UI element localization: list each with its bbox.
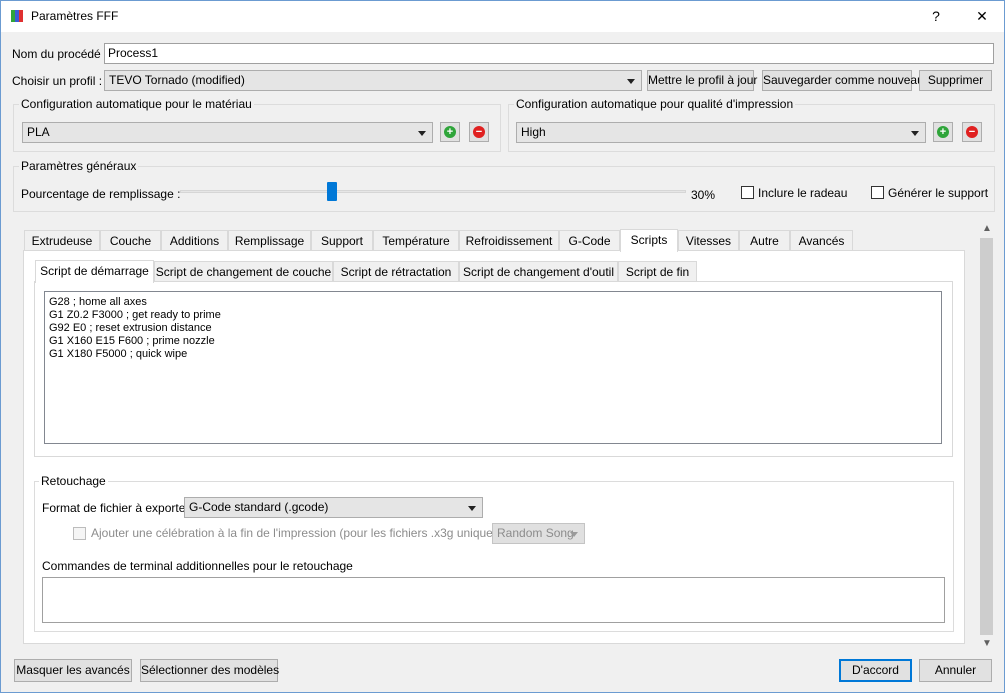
tab-g-code[interactable]: G-Code [559,230,620,251]
profile-select-value: TEVO Tornado (modified) [109,73,245,87]
tab-avanc-s[interactable]: Avancés [790,230,853,251]
scroll-up-icon[interactable]: ▲ [982,223,992,234]
chevron-down-icon [627,78,635,84]
material-select[interactable]: PLA [22,122,433,143]
title-bar: Paramètres FFF ? ✕ [1,1,1004,32]
profile-label: Choisir un profil : [12,74,103,88]
chevron-down-icon [911,130,919,136]
tab-autre[interactable]: Autre [739,230,790,251]
hide-advanced-button[interactable]: Masquer les avancés [14,659,132,682]
tab-scripts[interactable]: Scripts [620,229,678,252]
general-settings-title: Paramètres généraux [19,159,139,173]
infill-slider-handle[interactable] [327,182,337,201]
song-select[interactable]: Random Song [492,523,585,544]
script-editor[interactable]: G28 ; home all axes G1 Z0.2 F3000 ; get r… [44,291,942,444]
remove-quality-button[interactable]: − [962,122,982,142]
script-line: G1 X180 F5000 ; quick wipe [49,348,188,360]
script-tab-4[interactable]: Script de changement d'outil [459,261,618,282]
cancel-button[interactable]: Annuler [919,659,992,682]
script-tab-5[interactable]: Script de fin [618,261,697,282]
infill-slider-groove[interactable] [180,190,686,193]
celebration-checkbox[interactable] [73,527,86,540]
chevron-down-icon [570,531,578,537]
update-profile-button[interactable]: Mettre le profil à jour [647,70,757,91]
terminal-commands-input[interactable] [42,577,945,623]
ok-button[interactable]: D'accord [839,659,912,682]
song-select-value: Random Song [497,526,574,540]
save-as-new-button[interactable]: Sauvegarder comme nouveau [762,70,924,91]
remove-material-button[interactable]: − [469,122,489,142]
export-format-label: Format de fichier à exporter [42,501,190,515]
raft-checkbox[interactable] [741,186,754,199]
script-tab-3[interactable]: Script de rétractation [333,261,459,282]
tab-additions[interactable]: Additions [161,230,228,251]
settings-dialog: Paramètres FFF ? ✕ Nom du procédé : Proc… [0,0,1005,693]
raft-label: Inclure le radeau [758,186,848,200]
profile-select[interactable]: TEVO Tornado (modified) [104,70,642,91]
tab-support[interactable]: Support [311,230,373,251]
minus-icon: − [966,126,978,138]
minus-icon: − [473,126,485,138]
script-line: G1 Z0.2 F3000 ; get ready to prime [49,309,221,321]
postprocess-title: Retouchage [39,474,108,488]
process-name-input[interactable]: Process1 [104,43,994,64]
tab-couche[interactable]: Couche [100,230,161,251]
celebration-label: Ajouter une célébration à la fin de l'im… [91,526,524,540]
add-quality-button[interactable]: + [933,122,953,142]
chevron-down-icon [468,505,476,511]
plus-icon: + [444,126,456,138]
window-title: Paramètres FFF [31,9,119,23]
add-material-button[interactable]: + [440,122,460,142]
export-format-value: G-Code standard (.gcode) [189,500,329,514]
script-line: G92 E0 ; reset extrusion distance [49,322,212,334]
plus-icon: + [937,126,949,138]
quality-group-title: Configuration automatique pour qualité d… [514,97,796,111]
select-models-button[interactable]: Sélectionner des modèles [140,659,279,682]
support-checkbox[interactable] [871,186,884,199]
export-format-select[interactable]: G-Code standard (.gcode) [184,497,483,518]
infill-value: 30% [691,188,716,202]
process-name-label: Nom du procédé : [12,47,108,61]
script-lines: G28 ; home all axes G1 Z0.2 F3000 ; get r… [49,296,937,361]
tab-extrudeuse[interactable]: Extrudeuse [24,230,100,251]
tab-refroidissement[interactable]: Refroidissement [459,230,559,251]
tab-vitesses[interactable]: Vitesses [678,230,739,251]
script-tab-2[interactable]: Script de changement de couche [154,261,333,282]
script-tab-1[interactable]: Script de démarrage [35,260,154,283]
tab-temp-rature[interactable]: Température [373,230,459,251]
infill-label: Pourcentage de remplissage : [21,187,181,201]
close-button[interactable]: ✕ [959,1,1005,32]
material-group-title: Configuration automatique pour le matéri… [19,97,254,111]
material-select-value: PLA [27,125,50,139]
terminal-commands-label: Commandes de terminal additionnelles pou… [42,559,353,573]
scrollbar-thumb[interactable] [980,238,993,635]
tab-remplissage[interactable]: Remplissage [228,230,311,251]
quality-select[interactable]: High [516,122,926,143]
delete-profile-button[interactable]: Supprimer [919,70,992,91]
app-icon [11,10,23,22]
script-line: G28 ; home all axes [49,296,147,308]
quality-select-value: High [521,125,546,139]
help-button[interactable]: ? [913,1,959,32]
support-label: Générer le support [888,186,989,200]
scroll-down-icon[interactable]: ▼ [982,638,992,649]
chevron-down-icon [418,130,426,136]
script-line: G1 X160 E15 F600 ; prime nozzle [49,335,215,347]
